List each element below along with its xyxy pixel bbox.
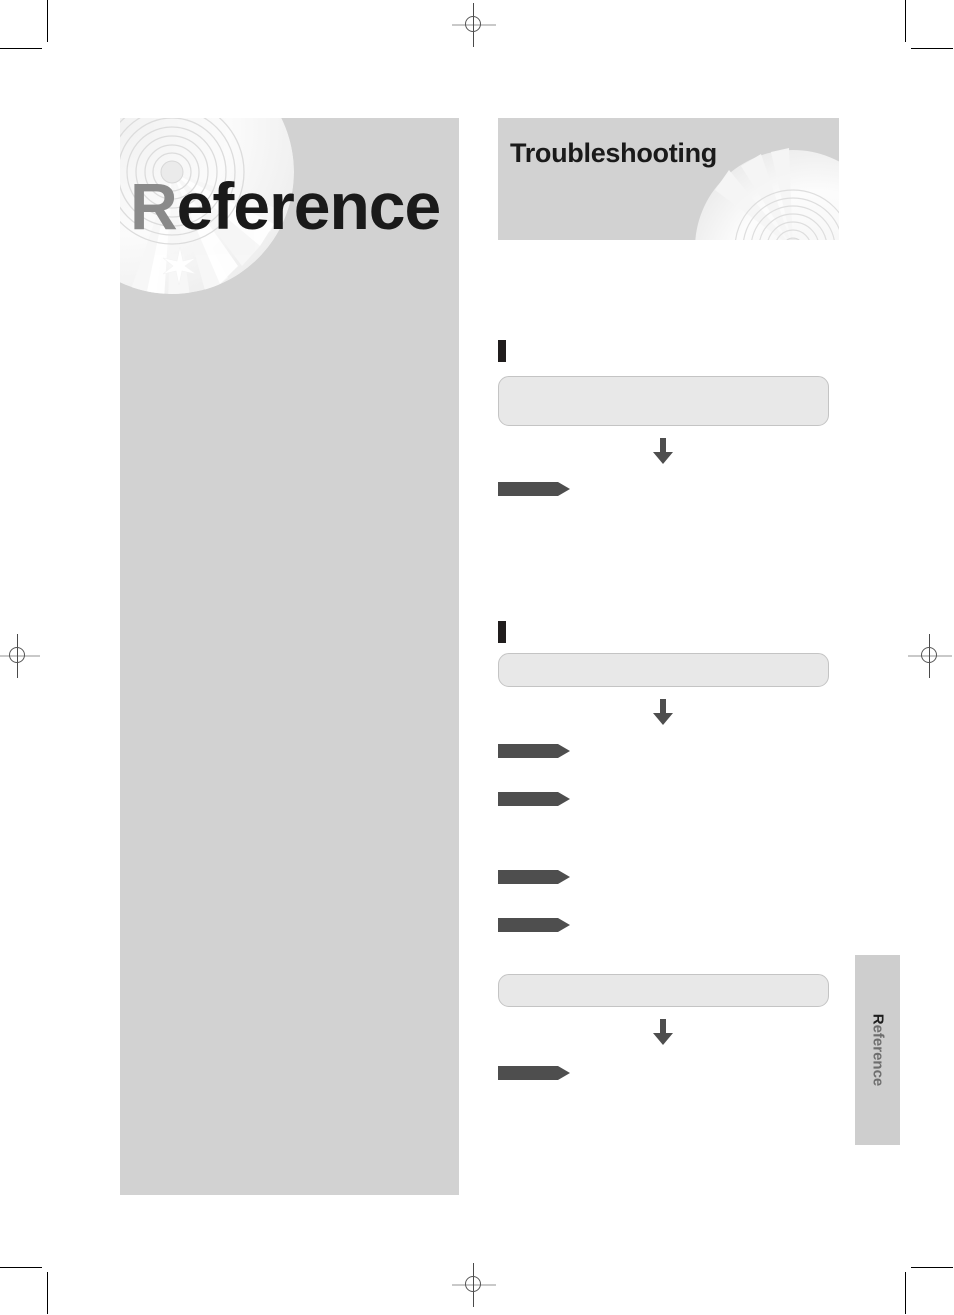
reference-chapter-panel: Reference bbox=[120, 118, 459, 1195]
registration-mark-top bbox=[452, 3, 496, 47]
registration-circle bbox=[9, 647, 25, 663]
crop-mark-top-right-vertical bbox=[905, 0, 906, 42]
symptom-box bbox=[498, 376, 829, 426]
registration-circle bbox=[465, 1276, 481, 1292]
crop-mark-bottom-left-horizontal bbox=[0, 1267, 42, 1268]
crop-mark-top-right-horizontal bbox=[911, 48, 953, 49]
symptom-box bbox=[498, 653, 829, 687]
symptom-box bbox=[498, 974, 829, 1007]
registration-mark-right bbox=[908, 634, 952, 678]
troubleshooting-column: Troubleshooting bbox=[498, 118, 839, 1080]
arrow-bullet-icon bbox=[498, 870, 570, 884]
arrow-bullet-icon bbox=[498, 1066, 570, 1080]
crop-mark-top-left-vertical bbox=[47, 0, 48, 42]
section-title: Troubleshooting bbox=[510, 138, 717, 168]
side-tab-label-rest: eference bbox=[869, 1024, 886, 1087]
section-bar-marker bbox=[498, 340, 506, 362]
arrow-bullet-icon bbox=[498, 744, 570, 758]
registration-circle bbox=[921, 647, 937, 663]
crop-mark-bottom-right-horizontal bbox=[911, 1267, 953, 1268]
page-title-rest: eference bbox=[176, 169, 442, 243]
down-arrow-icon bbox=[653, 438, 673, 464]
arrow-bullet-icon bbox=[498, 792, 570, 806]
down-arrow-icon bbox=[653, 699, 673, 725]
crop-mark-bottom-right-vertical bbox=[905, 1272, 906, 1314]
crop-mark-top-left-horizontal bbox=[0, 48, 42, 49]
arrow-bullet-icon bbox=[498, 918, 570, 932]
side-tab-label: Reference bbox=[869, 1014, 886, 1087]
section-bar-marker bbox=[498, 621, 506, 643]
registration-mark-left bbox=[0, 634, 40, 678]
registration-mark-bottom bbox=[452, 1263, 496, 1307]
page-title: Reference bbox=[130, 173, 441, 239]
down-arrow-icon bbox=[653, 1019, 673, 1045]
arrow-bullet-icon bbox=[498, 482, 570, 496]
side-tab-label-initial: R bbox=[869, 1013, 886, 1025]
page-title-initial: R bbox=[130, 169, 178, 243]
crop-mark-bottom-left-vertical bbox=[47, 1272, 48, 1314]
side-tab-reference: Reference bbox=[855, 955, 900, 1145]
manual-page: Reference Troubleshooting Reference bbox=[0, 0, 954, 1315]
troubleshooting-banner: Troubleshooting bbox=[498, 118, 839, 240]
registration-circle bbox=[465, 16, 481, 32]
